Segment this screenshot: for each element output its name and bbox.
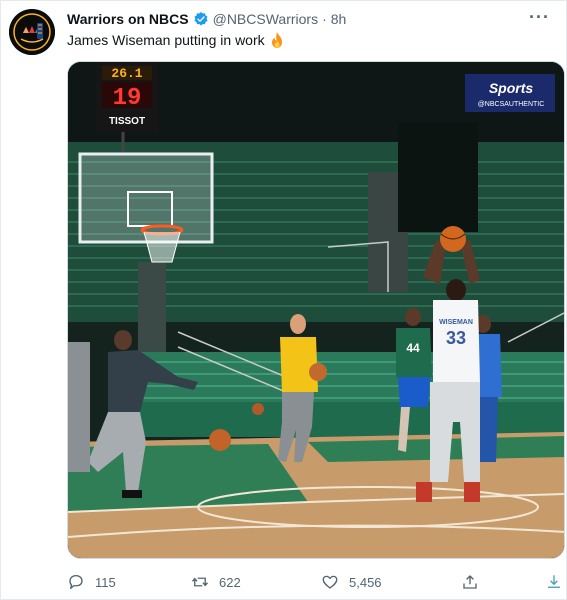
timestamp[interactable]: 8h <box>331 11 347 27</box>
heart-icon <box>322 575 338 589</box>
share-button[interactable] <box>461 573 479 591</box>
retweet-count: 622 <box>219 574 241 590</box>
tweet-card[interactable]: Warriors on NBCS @NBCSWarriors · 8h ··· … <box>0 0 567 600</box>
teammate-number: 44 <box>406 341 420 355</box>
shot-clock-top: 26.1 <box>111 66 142 81</box>
watermark-sub: @NBCSAUTHENTIC <box>478 101 545 108</box>
shot-clock-main: 19 <box>113 85 142 112</box>
share-icon <box>463 575 477 589</box>
tweet-text: James Wiseman putting in work <box>67 31 285 49</box>
download-icon <box>548 575 560 588</box>
nbcs-warriors-logo-icon <box>9 9 55 55</box>
tweet-text-content: James Wiseman putting in work <box>67 32 265 48</box>
display-name[interactable]: Warriors on NBCS <box>67 11 189 27</box>
tweet-actions: 115 622 5,456 <box>67 569 565 595</box>
reply-count: 115 <box>95 574 116 590</box>
separator-dot: · <box>322 11 327 27</box>
fire-emoji-icon <box>271 32 282 48</box>
more-options-icon[interactable]: ··· <box>529 7 550 28</box>
retweet-button[interactable]: 622 <box>191 573 241 591</box>
retweet-icon <box>191 577 209 587</box>
verified-badge-icon <box>194 12 208 26</box>
like-count: 5,456 <box>349 574 382 590</box>
jersey-number: 33 <box>446 328 466 348</box>
reply-button[interactable]: 115 <box>67 573 116 591</box>
download-button[interactable] <box>545 573 563 591</box>
tweet-media-video[interactable]: 26.1 19 TISSOT Sports @NBCSAUTHENTIC 44 … <box>67 61 565 559</box>
reply-icon <box>69 574 83 590</box>
like-button[interactable]: 5,456 <box>321 573 382 591</box>
watermark-brand: Sports <box>489 80 534 96</box>
jersey-name: WISEMAN <box>439 319 473 326</box>
avatar[interactable] <box>9 9 55 55</box>
handle[interactable]: @NBCSWarriors <box>213 11 318 27</box>
arena-practice-image: 26.1 19 TISSOT Sports @NBCSAUTHENTIC 44 … <box>68 62 564 558</box>
scoreboard-brand: TISSOT <box>109 116 145 127</box>
tweet-header: Warriors on NBCS @NBCSWarriors · 8h <box>67 9 346 29</box>
